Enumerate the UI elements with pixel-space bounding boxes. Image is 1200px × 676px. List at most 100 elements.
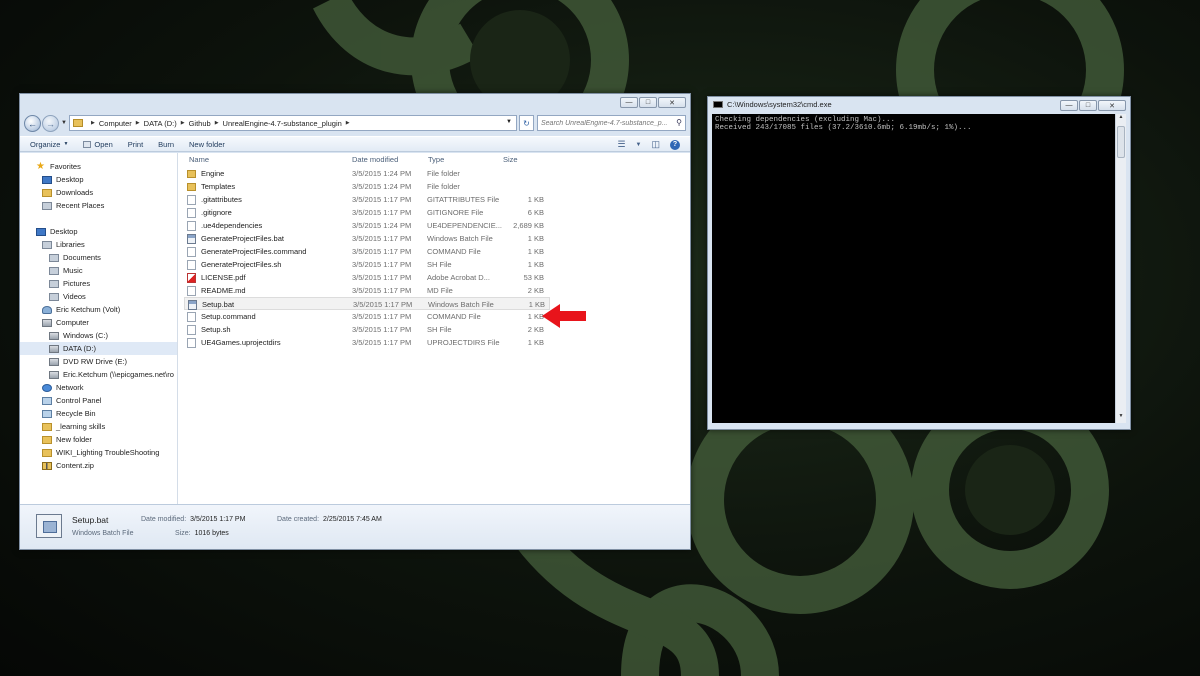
breadcrumb-github[interactable]: Github ▶	[189, 119, 219, 128]
nav-item-dvd-drive[interactable]: DVD RW Drive (E:)	[49, 355, 127, 368]
network-drive-icon	[49, 370, 59, 379]
file-row[interactable]: Templates 3/5/2015 1:24 PM File folder	[184, 180, 550, 193]
back-arrow-icon: ←	[28, 118, 37, 129]
nav-item-learning-skills[interactable]: _learning skills	[42, 420, 105, 433]
nav-item-recent-places[interactable]: Recent Places	[42, 199, 104, 212]
file-row[interactable]: GenerateProjectFiles.bat 3/5/2015 1:17 PM…	[184, 232, 550, 245]
file-date: 3/5/2015 1:17 PM	[352, 195, 412, 204]
details-value: 1016 bytes	[194, 530, 229, 537]
nav-item-content-zip[interactable]: Content.zip	[42, 459, 94, 472]
nav-item-favorites[interactable]: ★ Favorites	[36, 160, 81, 173]
drive-icon	[49, 344, 59, 353]
details-label: Size:	[175, 530, 191, 537]
annotation-arrow	[542, 304, 586, 328]
cmd-window: C:\Windows\system32\cmd.exe — □ ✕ Checki…	[707, 96, 1131, 430]
nav-item-new-folder[interactable]: New folder	[42, 433, 92, 446]
file-row[interactable]: UE4Games.uprojectdirs 3/5/2015 1:17 PM UPR…	[184, 336, 550, 349]
nav-item-recycle-bin[interactable]: Recycle Bin	[42, 407, 96, 420]
open-button[interactable]: Open	[83, 140, 113, 149]
nav-item-computer[interactable]: Computer	[42, 316, 89, 329]
search-input[interactable]	[541, 119, 671, 127]
nav-item-downloads[interactable]: Downloads	[42, 186, 93, 199]
cmd-close-button[interactable]: ✕	[1098, 100, 1126, 111]
file-icon	[187, 312, 196, 322]
nav-item-music[interactable]: Music	[49, 264, 83, 277]
view-dropdown-icon[interactable]: ▼	[636, 142, 642, 148]
file-row[interactable]: .ue4dependencies 3/5/2015 1:24 PM UE4DEPEN…	[184, 219, 550, 232]
nav-item-network[interactable]: Network	[42, 381, 84, 394]
nav-item-documents[interactable]: Documents	[49, 251, 101, 264]
column-header-date[interactable]: Date modified	[352, 155, 398, 164]
details-size: Size: 1016 bytes	[175, 530, 229, 537]
nav-item-network-drive[interactable]: Eric.Ketchum (\\epicgames.net\ro	[49, 368, 174, 381]
file-row[interactable]: .gitattributes 3/5/2015 1:17 PM GITATTRIBU…	[184, 193, 550, 206]
file-row[interactable]: LICENSE.pdf 3/5/2015 1:17 PM Adobe Acrobat…	[184, 271, 550, 284]
chevron-down-icon: ▼	[63, 141, 69, 147]
maximize-button[interactable]: □	[639, 97, 657, 108]
window-controls: — □ ✕	[620, 97, 686, 108]
view-options-icon[interactable]: ☰	[617, 139, 625, 150]
nav-item-libraries[interactable]: Libraries	[42, 238, 85, 251]
file-date: 3/5/2015 1:17 PM	[352, 312, 412, 321]
file-row-selected[interactable]: Setup.bat 3/5/2015 1:17 PM Windows Batch F…	[184, 297, 550, 310]
file-row[interactable]: GenerateProjectFiles.sh 3/5/2015 1:17 PM S…	[184, 258, 550, 271]
organize-menu[interactable]: Organize ▼	[30, 140, 68, 149]
recent-places-icon	[42, 201, 52, 210]
breadcrumb-unrealengine[interactable]: UnrealEngine-4.7-substance_plugin ▶	[223, 119, 350, 128]
address-dropdown-icon[interactable]: ▼	[506, 119, 512, 125]
search-box[interactable]: ⚲	[537, 115, 686, 131]
refresh-button[interactable]: ↻	[519, 115, 534, 131]
file-size: 53 KB	[523, 273, 544, 282]
nav-item-wiki-lighting[interactable]: WIKI_Lighting TroubleShooting	[42, 446, 159, 459]
file-row[interactable]: README.md 3/5/2015 1:17 PM MD File 2 KB	[184, 284, 550, 297]
nav-item-control-panel[interactable]: Control Panel	[42, 394, 101, 407]
nav-item-data-d[interactable]: DATA (D:)	[20, 342, 177, 355]
back-button[interactable]: ←	[24, 115, 41, 132]
file-row[interactable]: GenerateProjectFiles.command 3/5/2015 1:1…	[184, 245, 550, 258]
folder-icon	[42, 448, 52, 457]
forward-button[interactable]: →	[42, 115, 59, 132]
details-file-type: Windows Batch File	[72, 530, 134, 537]
column-header-size[interactable]: Size	[503, 155, 518, 164]
nav-item-desktop[interactable]: Desktop	[42, 173, 84, 186]
breadcrumb[interactable]: ▶ Computer ▶ DATA (D:) ▶ Github ▶ UnrealEng…	[69, 115, 517, 131]
file-size: 2 KB	[527, 286, 544, 295]
batch-file-large-icon	[36, 514, 62, 538]
minimize-button[interactable]: —	[620, 97, 638, 108]
nav-item-windows-c[interactable]: Windows (C:)	[49, 329, 108, 342]
cmd-maximize-button[interactable]: □	[1079, 100, 1097, 111]
cmd-minimize-button[interactable]: —	[1060, 100, 1078, 111]
console-output[interactable]: Checking dependencies (excluding Mac)...…	[712, 114, 1116, 423]
file-list: Name Date modified Type Size Engine 3/5/2…	[178, 153, 690, 504]
file-row[interactable]: Setup.sh 3/5/2015 1:17 PM SH File 2 KB	[184, 323, 550, 336]
nav-item-pictures[interactable]: Pictures	[49, 277, 90, 290]
file-row[interactable]: Engine 3/5/2015 1:24 PM File folder	[184, 167, 550, 180]
help-icon[interactable]: ?	[670, 139, 680, 150]
new-folder-button[interactable]: New folder	[189, 140, 225, 149]
file-date: 3/5/2015 1:17 PM	[352, 273, 412, 282]
scroll-up-icon[interactable]: ▲	[1116, 114, 1126, 124]
print-button[interactable]: Print	[128, 140, 143, 149]
nav-item-user[interactable]: Eric Ketchum (Volt)	[42, 303, 120, 316]
file-row[interactable]: .gitignore 3/5/2015 1:17 PM GITIGNORE File…	[184, 206, 550, 219]
column-header-type[interactable]: Type	[428, 155, 444, 164]
breadcrumb-root-chevron[interactable]: ▶	[87, 120, 95, 126]
address-bar: ← → ▼ ▶ Computer ▶ DATA (D:) ▶ Github ▶ Unr…	[24, 114, 686, 134]
column-header-name[interactable]: Name	[189, 155, 209, 164]
scroll-down-icon[interactable]: ▼	[1116, 413, 1126, 423]
close-button[interactable]: ✕	[658, 97, 686, 108]
breadcrumb-data-drive[interactable]: DATA (D:) ▶	[144, 119, 185, 128]
nav-item-desktop-root[interactable]: Desktop	[36, 225, 78, 238]
file-icon	[187, 286, 196, 296]
scrollbar-thumb[interactable]	[1117, 126, 1125, 158]
file-size: 1 KB	[527, 260, 544, 269]
breadcrumb-computer[interactable]: Computer ▶	[99, 119, 140, 128]
recent-pages-dropdown[interactable]: ▼	[61, 120, 67, 126]
preview-pane-icon[interactable]: ◫	[651, 139, 660, 150]
file-date: 3/5/2015 1:17 PM	[352, 247, 412, 256]
cmd-scrollbar[interactable]: ▲ ▼	[1115, 114, 1126, 423]
burn-button[interactable]: Burn	[158, 140, 174, 149]
file-row[interactable]: Setup.command 3/5/2015 1:17 PM COMMAND Fil…	[184, 310, 550, 323]
nav-item-videos[interactable]: Videos	[49, 290, 86, 303]
file-type: Adobe Acrobat D...	[427, 273, 490, 282]
